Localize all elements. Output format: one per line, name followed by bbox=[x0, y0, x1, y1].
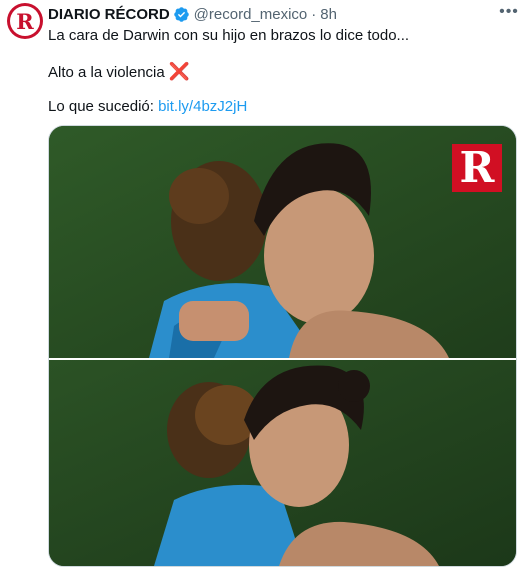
record-watermark-logo: R bbox=[452, 144, 502, 192]
tweet-text-line1: La cara de Darwin con su hijo en brazos … bbox=[48, 27, 410, 44]
account-handle[interactable]: @record_mexico bbox=[194, 6, 308, 23]
tweet-text-line3: Lo que sucedió: bit.ly/4bzJ2jH bbox=[48, 97, 247, 117]
separator-dot: · bbox=[311, 5, 317, 23]
tweet-media[interactable]: R bbox=[48, 125, 517, 567]
link-prefix: Lo que sucedió: bbox=[48, 98, 154, 115]
record-watermark-letter: R bbox=[459, 143, 495, 192]
media-photo-top[interactable]: R bbox=[49, 126, 516, 358]
cross-mark-icon: ❌ bbox=[168, 62, 190, 81]
tweet-header: DIARIO RÉCORD @record_mexico · 8h bbox=[48, 4, 337, 24]
tweet[interactable]: R DIARIO RÉCORD @record_mexico · 8h ••• … bbox=[0, 0, 532, 567]
avatar-logo-letter: R bbox=[16, 8, 34, 34]
tweet-text-line2: Alto a la violencia ❌ bbox=[48, 62, 190, 83]
media-photo-bottom[interactable] bbox=[49, 360, 516, 566]
account-name[interactable]: DIARIO RÉCORD bbox=[48, 6, 170, 23]
avatar-logo: R bbox=[10, 6, 40, 36]
avatar[interactable]: R bbox=[7, 3, 43, 39]
tweet-text-line2-label: Alto a la violencia bbox=[48, 64, 165, 81]
more-options-icon[interactable]: ••• bbox=[498, 2, 520, 22]
tweet-link[interactable]: bit.ly/4bzJ2jH bbox=[158, 98, 247, 115]
tweet-timestamp[interactable]: 8h bbox=[320, 6, 337, 23]
verified-badge-icon bbox=[173, 6, 190, 23]
